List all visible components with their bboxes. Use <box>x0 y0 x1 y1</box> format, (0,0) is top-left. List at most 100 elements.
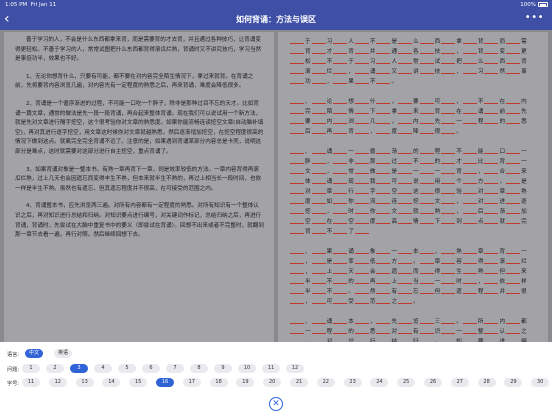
blank[interactable] <box>462 147 477 154</box>
blank[interactable] <box>462 247 477 254</box>
blank[interactable] <box>354 97 369 104</box>
blank[interactable] <box>311 97 326 104</box>
blank[interactable] <box>376 187 391 194</box>
blank[interactable] <box>506 147 521 154</box>
blank[interactable] <box>419 117 434 124</box>
blank[interactable] <box>354 317 369 324</box>
blank[interactable] <box>398 147 413 154</box>
blank[interactable] <box>398 187 413 194</box>
blank[interactable] <box>290 167 304 174</box>
blank[interactable] <box>398 97 413 104</box>
blank[interactable] <box>290 277 304 284</box>
number-chip[interactable]: 29 <box>504 378 523 387</box>
blank[interactable] <box>376 127 391 134</box>
blank[interactable] <box>333 147 348 154</box>
blank[interactable] <box>462 167 477 174</box>
blank[interactable] <box>376 317 391 324</box>
fill-blank-pane[interactable]: 善于学习的人，不会是什么东西都拿来背，而是需要背的才去背，并且通过各种技巧，让背… <box>278 32 548 342</box>
blank[interactable] <box>333 47 348 54</box>
question-chip[interactable]: 1 <box>22 364 40 373</box>
blank[interactable] <box>311 327 326 334</box>
blank[interactable] <box>398 327 413 334</box>
blank[interactable] <box>398 287 413 294</box>
blank[interactable] <box>419 267 434 274</box>
question-chip[interactable]: 7 <box>166 364 184 373</box>
blank[interactable] <box>398 117 413 124</box>
blank[interactable] <box>419 197 434 204</box>
number-chip[interactable]: 21 <box>290 378 308 387</box>
blank[interactable] <box>462 97 477 104</box>
question-chip[interactable]: 8 <box>190 364 208 373</box>
number-chip[interactable]: 19 <box>236 378 255 387</box>
blank[interactable] <box>419 37 434 44</box>
blank[interactable] <box>311 47 326 54</box>
blank[interactable] <box>290 97 304 104</box>
blank[interactable] <box>333 257 348 264</box>
blank[interactable] <box>290 107 304 114</box>
blank[interactable] <box>376 67 391 74</box>
blank[interactable] <box>311 57 326 64</box>
blank[interactable] <box>398 127 413 134</box>
blank[interactable] <box>398 107 413 114</box>
question-chip[interactable]: 9 <box>214 364 232 373</box>
number-chip[interactable]: 12 <box>48 378 67 387</box>
blank[interactable] <box>376 77 391 84</box>
blank[interactable] <box>398 317 413 324</box>
blank[interactable] <box>311 37 326 44</box>
blank[interactable] <box>376 177 391 184</box>
blank[interactable] <box>311 267 326 274</box>
blank[interactable] <box>441 97 456 104</box>
blank[interactable] <box>333 97 348 104</box>
blank[interactable] <box>506 67 521 74</box>
blank[interactable] <box>290 147 304 154</box>
blank[interactable] <box>462 187 477 194</box>
blank[interactable] <box>419 277 434 284</box>
blank[interactable] <box>354 197 369 204</box>
blank[interactable] <box>333 277 348 284</box>
blank[interactable] <box>354 207 369 214</box>
blank[interactable] <box>441 257 456 264</box>
blank[interactable] <box>354 257 369 264</box>
blank[interactable] <box>311 167 326 174</box>
blank[interactable] <box>462 207 477 214</box>
blank[interactable] <box>333 127 348 134</box>
blank[interactable] <box>398 57 413 64</box>
blank[interactable] <box>506 317 521 324</box>
blank[interactable] <box>311 277 326 284</box>
blank[interactable] <box>398 47 413 54</box>
blank[interactable] <box>506 167 521 174</box>
number-chip[interactable]: 11 <box>22 378 40 387</box>
blank[interactable] <box>333 207 348 214</box>
blank[interactable] <box>354 217 369 224</box>
blank[interactable] <box>290 67 304 74</box>
blank[interactable] <box>441 247 456 254</box>
blank[interactable] <box>506 247 521 254</box>
blank[interactable] <box>376 47 391 54</box>
blank[interactable] <box>441 157 456 164</box>
blank[interactable] <box>462 197 477 204</box>
more-icon[interactable]: ••• <box>525 12 544 23</box>
blank[interactable] <box>333 327 348 334</box>
blank[interactable] <box>333 177 348 184</box>
blank[interactable] <box>398 297 413 304</box>
blank[interactable] <box>506 267 521 274</box>
blank[interactable] <box>441 197 456 204</box>
blank[interactable] <box>333 157 348 164</box>
blank[interactable] <box>462 277 477 284</box>
blank[interactable] <box>354 277 369 284</box>
blank[interactable] <box>311 227 326 234</box>
number-chip[interactable]: 14 <box>102 378 121 387</box>
blank[interactable] <box>484 277 499 284</box>
blank[interactable] <box>484 117 499 124</box>
blank[interactable] <box>376 327 391 334</box>
blank[interactable] <box>311 77 326 84</box>
number-chip[interactable]: 18 <box>209 378 228 387</box>
question-chip[interactable]: 11 <box>262 364 280 373</box>
blank[interactable] <box>376 37 391 44</box>
blank[interactable] <box>376 207 391 214</box>
blank[interactable] <box>441 277 456 284</box>
blank[interactable] <box>290 197 304 204</box>
number-chip[interactable]: 23 <box>343 378 362 387</box>
blank[interactable] <box>419 187 434 194</box>
blank[interactable] <box>462 267 477 274</box>
